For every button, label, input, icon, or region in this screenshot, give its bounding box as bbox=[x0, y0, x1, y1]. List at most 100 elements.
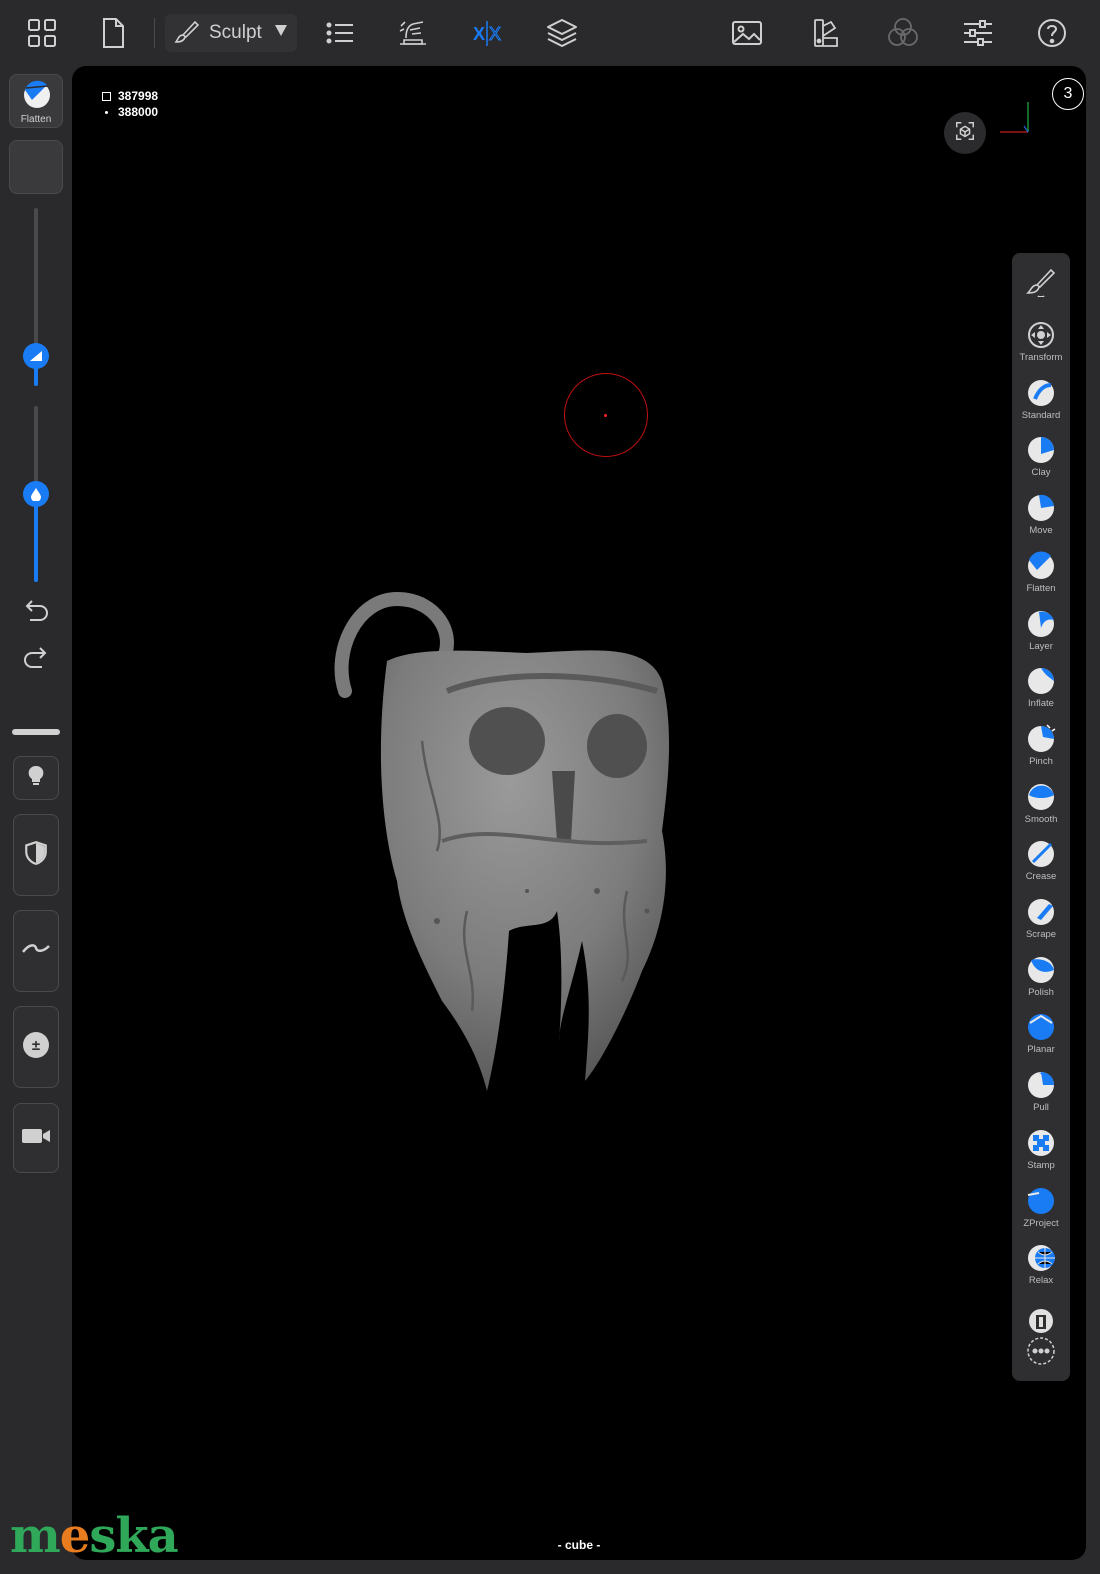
brush-item-flatten[interactable]: Flatten bbox=[1012, 548, 1070, 604]
brush-label: Planar bbox=[1027, 1044, 1055, 1056]
brush-item-crease[interactable]: Crease bbox=[1012, 836, 1070, 892]
watermark-logo: meska bbox=[10, 1508, 179, 1564]
brush-label: Move bbox=[1029, 525, 1053, 537]
brush-cursor-center bbox=[604, 414, 607, 417]
standard-brush-icon bbox=[1025, 377, 1057, 409]
left-sidebar: Flatten ± bbox=[0, 66, 72, 1560]
brush-menu-button[interactable] bbox=[1012, 259, 1070, 315]
brush-item-transform[interactable]: Transform bbox=[1012, 317, 1070, 373]
undo-icon[interactable] bbox=[20, 594, 52, 626]
file-icon[interactable] bbox=[93, 13, 133, 53]
brush-item-move[interactable]: Move bbox=[1012, 490, 1070, 546]
stroke-curve-icon bbox=[21, 942, 51, 961]
image-icon[interactable] bbox=[727, 13, 767, 53]
vertices-icon bbox=[105, 110, 108, 114]
brush-label: Inflate bbox=[1028, 698, 1054, 710]
brush-item-pinch[interactable]: Pinch bbox=[1012, 721, 1070, 777]
plus-minus-icon: ± bbox=[22, 1031, 50, 1064]
watermark-rest: ska bbox=[89, 1508, 178, 1564]
brush-item-standard[interactable]: Standard bbox=[1012, 375, 1070, 431]
radius-slider-knob[interactable] bbox=[23, 343, 49, 369]
brush-label: Pinch bbox=[1029, 755, 1053, 767]
top-toolbar: Sculpt XX bbox=[0, 0, 1100, 66]
camera-reset-button[interactable] bbox=[944, 112, 986, 154]
brush-item-inflate[interactable]: Inflate bbox=[1012, 663, 1070, 719]
brush-item-scrape[interactable]: Scrape bbox=[1012, 894, 1070, 950]
transform-icon bbox=[1025, 319, 1057, 351]
brush-item-polish[interactable]: Polish bbox=[1012, 952, 1070, 1008]
zproject-brush-icon bbox=[1025, 1185, 1057, 1217]
lightbulb-icon bbox=[24, 764, 48, 793]
mode-select[interactable]: Sculpt bbox=[165, 14, 297, 52]
light-button[interactable] bbox=[13, 756, 59, 800]
brush-item-relax[interactable]: Relax bbox=[1012, 1240, 1070, 1296]
settings-icon[interactable] bbox=[958, 13, 998, 53]
help-icon[interactable] bbox=[1032, 13, 1072, 53]
brush-label: Clay bbox=[1031, 467, 1051, 479]
planar-brush-icon bbox=[1025, 1011, 1057, 1043]
brush-panel: Transform Standard Clay Move Flatten Layer Inf… bbox=[1012, 253, 1070, 1381]
svg-text:±: ± bbox=[32, 1037, 40, 1054]
stroke-button[interactable] bbox=[13, 910, 59, 992]
brush-item-pull[interactable]: Pull bbox=[1012, 1067, 1070, 1123]
intensity-slider-knob[interactable] bbox=[23, 481, 49, 507]
svg-text:X: X bbox=[473, 24, 485, 44]
sub-add-button[interactable]: ± bbox=[13, 1006, 59, 1088]
brush-item-zproject[interactable]: ZProject bbox=[1012, 1183, 1070, 1239]
clay-brush-icon bbox=[1025, 434, 1057, 466]
move-brush-icon bbox=[1025, 492, 1057, 524]
brush-label: ZProject bbox=[1023, 1217, 1059, 1229]
brush-item-stamp[interactable]: Stamp bbox=[1012, 1125, 1070, 1181]
materials-icon[interactable] bbox=[883, 13, 923, 53]
more-brushes-button[interactable] bbox=[1014, 1328, 1068, 1378]
toolbar-divider bbox=[154, 18, 155, 48]
brush-label: Relax bbox=[1028, 1275, 1054, 1287]
brush-label: Pull bbox=[1033, 1102, 1049, 1114]
chevron-down-icon bbox=[275, 25, 287, 36]
shield-icon bbox=[23, 840, 49, 871]
focus-cube-icon bbox=[954, 120, 976, 147]
stamp-brush-icon bbox=[1025, 1127, 1057, 1159]
palette-icon[interactable] bbox=[806, 13, 846, 53]
brush-icon bbox=[173, 17, 201, 50]
grid-icon[interactable] bbox=[22, 13, 62, 53]
scrape-brush-icon bbox=[1025, 896, 1057, 928]
pull-brush-icon bbox=[1025, 1069, 1057, 1101]
active-tool-label: Flatten bbox=[20, 114, 52, 125]
brush-item-smooth[interactable]: Smooth bbox=[1012, 779, 1070, 835]
brush-label: Polish bbox=[1028, 986, 1054, 998]
vertex-count: 388000 bbox=[118, 105, 159, 119]
mask-button[interactable] bbox=[13, 814, 59, 896]
more-icon bbox=[1025, 1335, 1057, 1372]
svg-text:X: X bbox=[489, 24, 501, 44]
smooth-brush-icon bbox=[1025, 781, 1057, 813]
brush-label: Transform bbox=[1019, 352, 1063, 363]
sculpt-model bbox=[334, 591, 670, 1091]
layers-icon[interactable] bbox=[542, 13, 582, 53]
view-count-badge[interactable]: 3 bbox=[1052, 78, 1084, 110]
hand-tool-icon[interactable] bbox=[393, 13, 433, 53]
layer-brush-icon bbox=[1025, 608, 1057, 640]
object-name-label: - cube - bbox=[557, 1538, 601, 1552]
brush-item-planar[interactable]: Planar bbox=[1012, 1009, 1070, 1065]
brush-label: Stamp bbox=[1027, 1159, 1055, 1171]
symmetry-icon[interactable]: XX bbox=[467, 13, 507, 53]
mode-label: Sculpt bbox=[209, 22, 262, 43]
panel-divider-handle[interactable] bbox=[12, 729, 60, 735]
flatten-brush-icon bbox=[1025, 550, 1057, 582]
redo-icon[interactable] bbox=[20, 641, 52, 673]
color-swatch-button[interactable] bbox=[9, 140, 63, 194]
axis-orientation-widget[interactable] bbox=[998, 98, 1038, 138]
brush-item-layer[interactable]: Layer bbox=[1012, 606, 1070, 662]
active-tool-button[interactable]: Flatten bbox=[9, 74, 63, 128]
brush-label: Smooth bbox=[1024, 813, 1058, 825]
flatten-brush-icon bbox=[22, 80, 52, 110]
brush-item-clay[interactable]: Clay bbox=[1012, 432, 1070, 488]
list-icon[interactable] bbox=[320, 13, 360, 53]
app-window: Sculpt XX Flatten ± 387998 388000 3 - cu… bbox=[0, 0, 1100, 1574]
intensity-slider-fill bbox=[34, 494, 38, 582]
brush-label: Scrape bbox=[1025, 929, 1057, 940]
camera-button[interactable] bbox=[13, 1103, 59, 1173]
brush-label: Layer bbox=[1029, 640, 1053, 652]
3d-viewport[interactable]: 387998 388000 3 - cube - bbox=[72, 66, 1086, 1560]
